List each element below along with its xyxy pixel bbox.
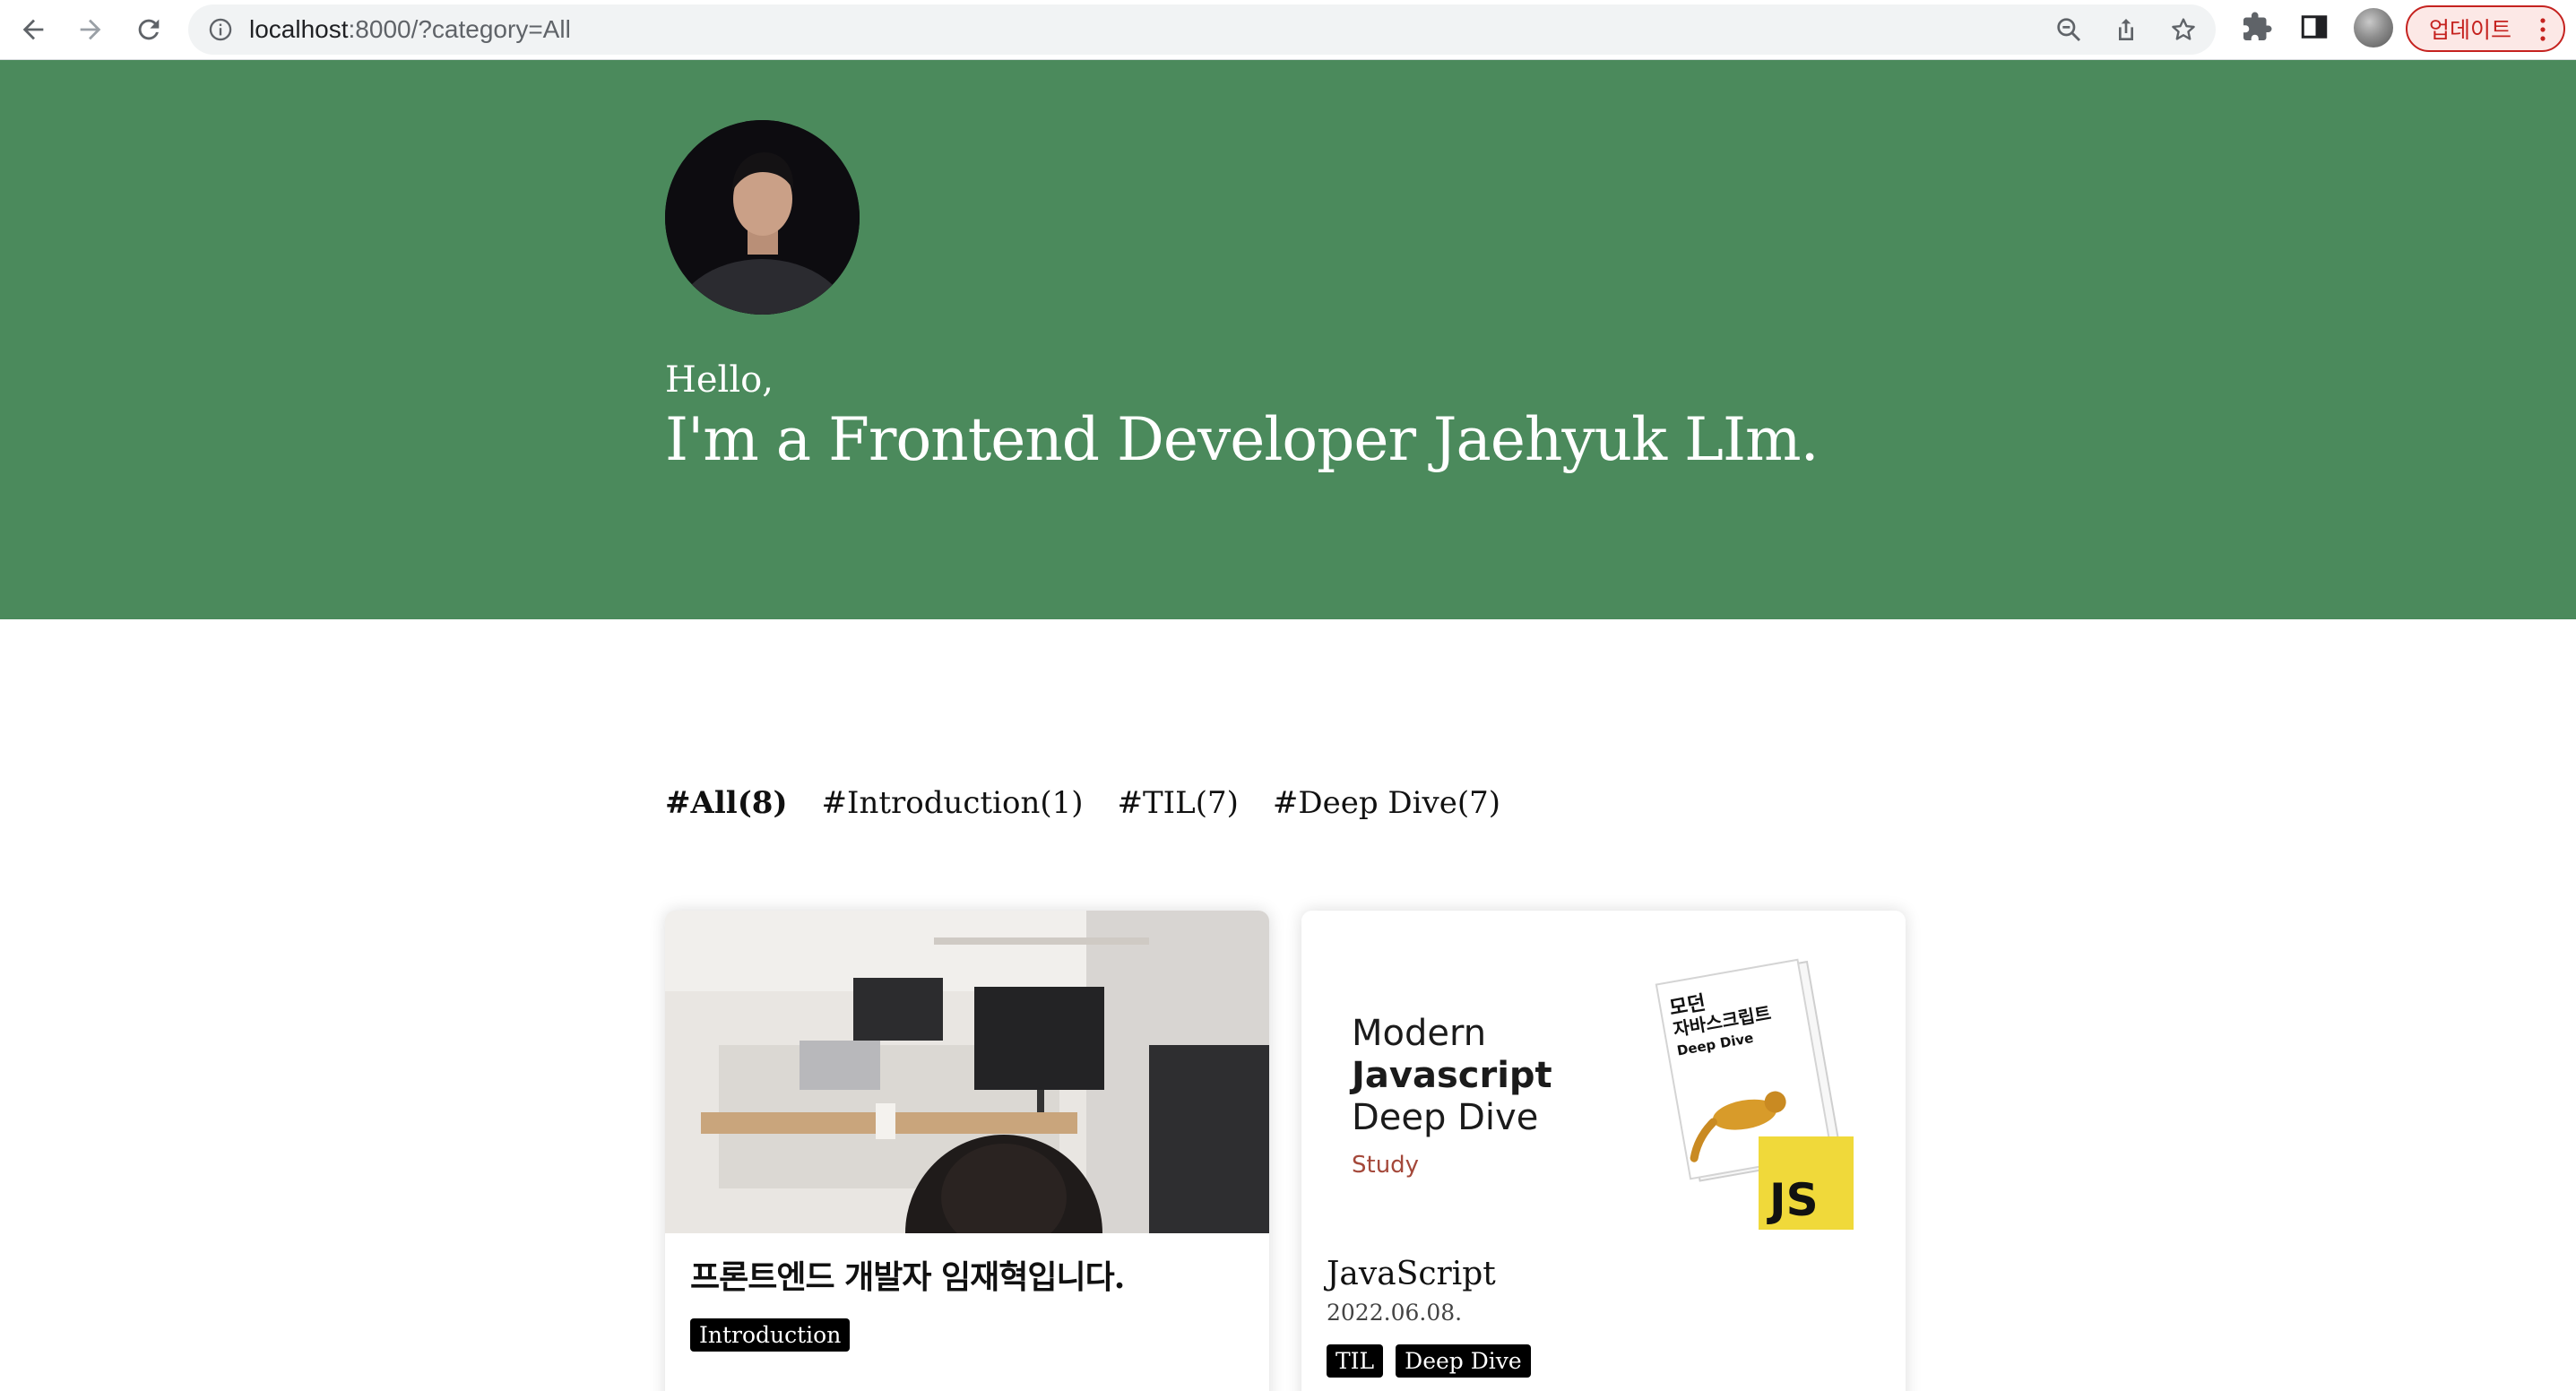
- post-tags: TIL Deep Dive: [1327, 1344, 1531, 1378]
- hero-greeting: Hello,: [665, 359, 774, 401]
- forward-button[interactable]: [70, 9, 111, 50]
- post-title[interactable]: 프론트엔드 개발자 임재혁입니다.: [690, 1251, 1125, 1298]
- arrow-right-icon: [80, 19, 101, 40]
- post-thumbnail: Modern Javascript Deep Dive Study 모던 자바스…: [1301, 911, 1906, 1233]
- puzzle-icon: [2243, 12, 2272, 40]
- tag-introduction[interactable]: Introduction: [690, 1318, 851, 1352]
- hero-section: Hello, I'm a Frontend Developer Jaehyuk …: [0, 60, 2576, 619]
- tag-deep-dive[interactable]: Deep Dive: [1396, 1344, 1531, 1378]
- post-card[interactable]: 프론트엔드 개발자 임재혁입니다. Introduction: [665, 911, 1269, 1391]
- side-panel-icon: [2301, 15, 2328, 39]
- post-title[interactable]: JavaScript: [1327, 1256, 1496, 1292]
- category-list: #All(8) #Introduction(1) #TIL(7) #Deep D…: [665, 785, 1500, 821]
- side-panel-button[interactable]: [2298, 11, 2330, 43]
- profile-avatar[interactable]: [2354, 8, 2393, 48]
- post-thumbnail: [665, 911, 1269, 1233]
- zoom-out-icon: [2057, 18, 2081, 42]
- category-deep-dive[interactable]: #Deep Dive(7): [1273, 785, 1500, 821]
- post-tags: Introduction: [690, 1318, 851, 1352]
- zoom-button[interactable]: [2054, 15, 2083, 44]
- browser-toolbar: localhost:8000/?category=All 업데이트: [0, 0, 2576, 60]
- js-badge: JS: [1767, 1174, 1819, 1226]
- reload-icon: [138, 19, 160, 40]
- tag-til[interactable]: TIL: [1327, 1344, 1384, 1378]
- address-bar[interactable]: localhost:8000/?category=All: [188, 4, 2216, 55]
- reload-button[interactable]: [128, 9, 169, 50]
- post-card[interactable]: Modern Javascript Deep Dive Study 모던 자바스…: [1301, 911, 1906, 1391]
- info-icon[interactable]: [208, 17, 233, 42]
- thumb-line-modern: Modern: [1352, 1013, 1486, 1054]
- more-vert-icon: [2540, 18, 2546, 41]
- category-all[interactable]: #All(8): [665, 785, 788, 821]
- post-date: 2022.06.08.: [1327, 1300, 1463, 1326]
- thumb-line-deep-dive: Deep Dive: [1352, 1097, 1538, 1138]
- back-button[interactable]: [13, 9, 54, 50]
- thumb-subtitle: Study: [1352, 1152, 1419, 1179]
- category-introduction[interactable]: #Introduction(1): [822, 785, 1084, 821]
- hero-title: I'm a Frontend Developer Jaehyuk LIm.: [665, 405, 1820, 474]
- url-host: localhost: [249, 15, 349, 43]
- bookmark-button[interactable]: [2169, 15, 2198, 44]
- extensions-button[interactable]: [2241, 11, 2273, 43]
- share-button[interactable]: [2112, 15, 2140, 44]
- category-til[interactable]: #TIL(7): [1118, 785, 1239, 821]
- url-text[interactable]: localhost:8000/?category=All: [249, 15, 571, 44]
- url-path: :8000/?category=All: [348, 15, 571, 43]
- star-icon: [2172, 18, 2195, 40]
- update-label: 업데이트: [2429, 17, 2512, 43]
- share-icon: [2119, 19, 2133, 40]
- profile-photo: [665, 120, 860, 315]
- update-button[interactable]: 업데이트: [2406, 5, 2565, 52]
- thumb-line-javascript: Javascript: [1349, 1055, 1552, 1096]
- arrow-left-icon: [22, 19, 44, 40]
